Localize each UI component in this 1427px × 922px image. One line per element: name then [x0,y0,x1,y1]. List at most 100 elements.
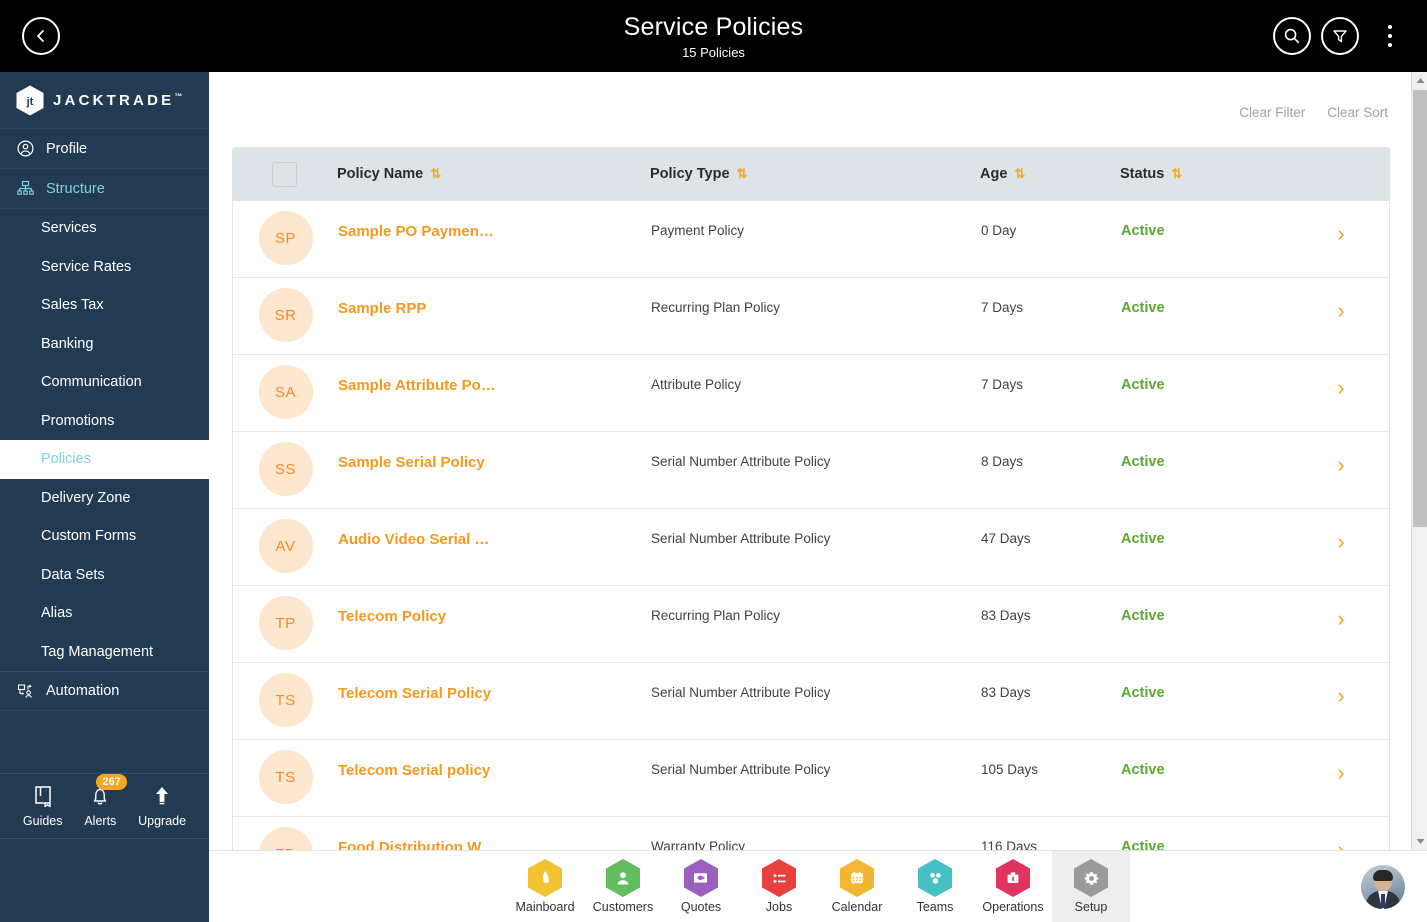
chevron-right-icon[interactable]: › [1337,685,1344,707]
policy-name-link[interactable]: Telecom Policy [338,586,651,625]
sidebar-item-label: Sales Tax [41,297,104,314]
row-avatar-cell: TS [233,663,338,727]
sidebar-item-communication[interactable]: Communication [0,363,209,402]
header-cell-status[interactable]: Status ⇅ [1120,166,1305,182]
chevron-right-icon[interactable]: › [1337,300,1344,322]
policy-name-link[interactable]: Sample PO Paymen… [338,201,651,240]
row-avatar-cell: TS [233,740,338,804]
table-row[interactable]: SA Sample Attribute Po… Attribute Policy… [233,355,1389,432]
table-row[interactable]: SR Sample RPP Recurring Plan Policy 7 Da… [233,278,1389,355]
avatar-hair [1373,870,1393,881]
policy-name-link[interactable]: Telecom Serial policy [338,740,651,779]
back-button[interactable] [22,17,60,55]
avatar: FD [258,827,313,850]
header-cell-policy-type[interactable]: Policy Type ⇅ [650,166,980,182]
bottom-nav-operations[interactable]: Operations [974,851,1052,922]
sidebar-item-label: Services [41,220,97,237]
search-button[interactable] [1273,17,1311,55]
sidebar-item-custom-forms[interactable]: Custom Forms [0,517,209,556]
header-cell-age[interactable]: Age ⇅ [980,166,1120,182]
sidebar-item-label: Promotions [41,412,115,429]
bottom-nav-quotes[interactable]: Quotes [662,851,740,922]
clear-sort-button[interactable]: Clear Sort [1327,105,1388,120]
scrollbar-thumb[interactable] [1413,90,1427,527]
policy-name-link[interactable]: Telecom Serial Policy [338,663,651,702]
row-open-cell: › [1306,278,1376,322]
sidebar-group-structure[interactable]: Structure [0,169,209,209]
filter-button[interactable] [1321,17,1359,55]
select-all-checkbox[interactable] [272,161,297,187]
chevron-right-icon[interactable]: › [1337,377,1344,399]
sidebar-item-sales-tax[interactable]: Sales Tax [0,286,209,325]
sidebar-item-data-sets[interactable]: Data Sets [0,556,209,595]
upgrade-button[interactable]: Upgrade [138,785,186,828]
header-cell-checkbox [232,161,337,187]
sidebar-group-profile[interactable]: Profile [0,129,209,169]
content-scrollbar[interactable] [1411,72,1427,850]
sidebar-item-label: Alias [41,605,73,622]
bottom-nav-calendar[interactable]: Calendar [818,851,896,922]
policy-age-value: 116 Days [981,839,1038,850]
app-root: Service Policies 15 Policies jt JACKTRAD… [0,0,1427,922]
status-badge: Active [1121,377,1165,393]
brand-logo[interactable]: jt JACKTRADE™ [0,72,209,129]
status-badge: Active [1121,839,1165,850]
guides-button[interactable]: Guides [23,785,63,828]
table-row[interactable]: SS Sample Serial Policy Serial Number At… [233,432,1389,509]
table-row[interactable]: TS Telecom Serial Policy Serial Number A… [233,663,1389,740]
policy-name-link[interactable]: Sample RPP [338,278,651,317]
sidebar-item-label: Delivery Zone [41,489,131,506]
policy-name-link[interactable]: Sample Attribute Po… [338,355,651,394]
sort-toggle-policy-type[interactable]: ⇅ [737,166,748,181]
chevron-right-icon[interactable]: › [1337,839,1344,851]
user-profile-avatar[interactable] [1361,865,1405,909]
sidebar-item-promotions[interactable]: Promotions [0,402,209,441]
sidebar-item-alias[interactable]: Alias [0,594,209,633]
header-cell-policy-name[interactable]: Policy Name ⇅ [337,166,650,182]
sidebar-item-service-rates[interactable]: Service Rates [0,248,209,287]
sort-toggle-policy-name[interactable]: ⇅ [430,166,441,181]
more-menu-button[interactable] [1369,15,1411,57]
bottom-nav-mainboard[interactable]: Mainboard [506,851,584,922]
table-row[interactable]: TP Telecom Policy Recurring Plan Policy … [233,586,1389,663]
chevron-right-icon[interactable]: › [1337,454,1344,476]
sort-toggle-age[interactable]: ⇅ [1014,166,1025,181]
row-open-cell: › [1306,740,1376,784]
policy-name-link[interactable]: Audio Video Serial … [338,509,651,548]
bottom-nav-teams[interactable]: Teams [896,851,974,922]
bottom-nav-customers[interactable]: Customers [584,851,662,922]
alerts-button[interactable]: 267 Alerts [84,773,127,828]
table-row[interactable]: FD Food Distribution W Warranty Policy 1… [233,817,1389,850]
clear-filter-button[interactable]: Clear Filter [1239,105,1305,120]
brand-trademark: ™ [174,91,183,101]
sidebar-item-label: Tag Management [41,643,154,660]
sort-toggle-status[interactable]: ⇅ [1171,166,1182,181]
chevron-right-icon[interactable]: › [1337,608,1344,630]
mainboard-icon [528,859,562,897]
table-row[interactable]: AV Audio Video Serial … Serial Number At… [233,509,1389,586]
jobs-icon [762,859,796,897]
scroll-down-arrow-icon[interactable] [1412,833,1427,850]
sidebar-item-tag-management[interactable]: Tag Management [0,633,209,672]
chevron-right-icon[interactable]: › [1337,531,1344,553]
table-row[interactable]: SP Sample PO Paymen… Payment Policy 0 Da… [233,201,1389,278]
policy-age-value: 8 Days [981,454,1024,469]
main-content: Clear Filter Clear Sort Policy Name ⇅ Pol… [209,72,1412,850]
sidebar-item-services[interactable]: Services [0,209,209,248]
policy-name-link[interactable]: Food Distribution W [338,817,651,850]
chevron-right-icon[interactable]: › [1337,223,1344,245]
row-open-cell: › [1306,432,1376,476]
policy-name-link[interactable]: Sample Serial Policy [338,432,651,471]
quotes-icon [684,859,718,897]
bottom-nav-setup[interactable]: Setup [1052,850,1130,922]
row-avatar-cell: TP [233,586,338,650]
chevron-right-icon[interactable]: › [1337,762,1344,784]
table-row[interactable]: TS Telecom Serial policy Serial Number A… [233,740,1389,817]
row-avatar-cell: AV [233,509,338,573]
sidebar-item-banking[interactable]: Banking [0,325,209,364]
sidebar-group-automation[interactable]: Automation [0,671,209,711]
bottom-nav-jobs[interactable]: Jobs [740,851,818,922]
sidebar-item-policies[interactable]: Policies [0,440,209,479]
scroll-up-arrow-icon[interactable] [1412,72,1427,89]
sidebar-item-delivery-zone[interactable]: Delivery Zone [0,479,209,518]
